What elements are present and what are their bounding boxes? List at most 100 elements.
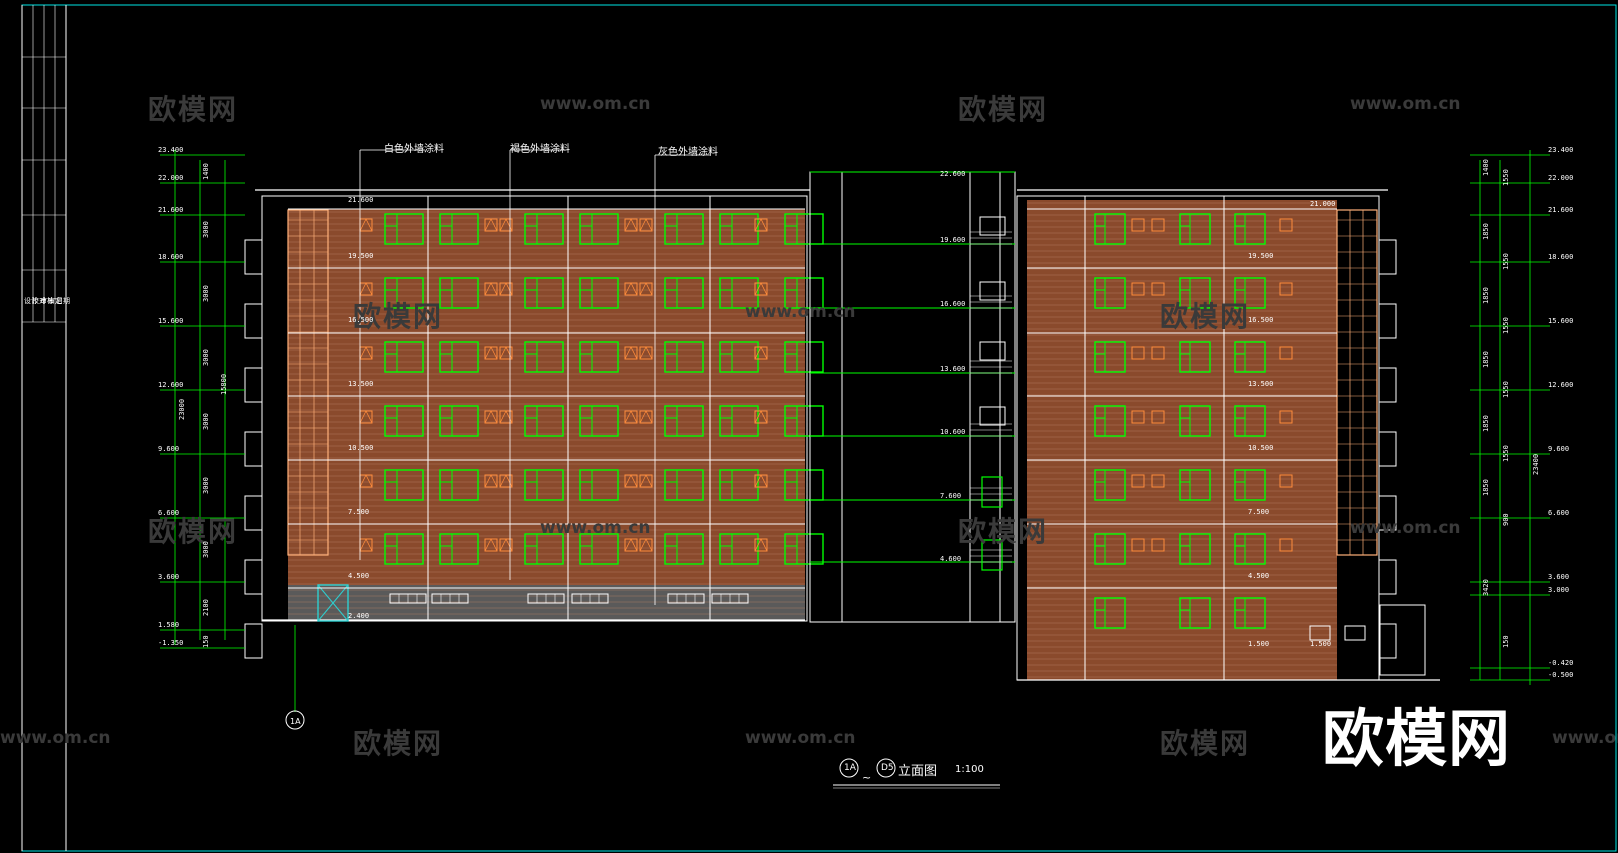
dimension-right: 1850	[1482, 351, 1490, 368]
right-block-wall	[1027, 200, 1337, 680]
dimension-right: 1400	[1482, 159, 1490, 176]
floor-mark-middle: 13.600	[940, 365, 966, 373]
elevation-label-left: 9.600	[158, 445, 180, 453]
floor-mark-left: 13.500	[348, 380, 374, 388]
left-balcony	[244, 303, 263, 339]
ground-vent	[1344, 625, 1366, 641]
dimension-left: 2100	[202, 599, 210, 616]
floor-mark-left: 21.600	[348, 196, 374, 204]
dimension-right: 1550	[1502, 253, 1510, 270]
elevation-label-left: 6.600	[158, 509, 180, 517]
title-axis-start: 1A	[844, 763, 856, 773]
floor-mark-middle: 22.600	[940, 170, 966, 178]
title-strip-note: 日期	[56, 297, 70, 305]
floor-mark-middle: 4.600	[940, 555, 962, 563]
core-window	[979, 281, 1006, 301]
left-balcony	[244, 367, 263, 403]
left-balcony	[244, 431, 263, 467]
floor-mark-left: 7.500	[348, 508, 370, 516]
watermark-brand: 欧模网	[958, 93, 1049, 126]
title-axis-end: D5	[881, 763, 894, 773]
elevation-label-left: -1.350	[158, 639, 184, 647]
label-brown-paint: 褐色外墙涂料	[510, 144, 570, 155]
drawing-scale: 1:100	[955, 764, 984, 775]
core-window	[979, 406, 1006, 426]
elevation-label-right: 22.000	[1548, 174, 1574, 182]
floor-mark-right: 7.500	[1248, 508, 1270, 516]
dimension-right: 1550	[1502, 381, 1510, 398]
right-balcony	[1378, 431, 1397, 467]
core-outline	[809, 171, 1016, 623]
floor-mark-middle: 19.600	[940, 236, 966, 244]
annex-box	[1379, 604, 1426, 676]
elevation-label-right: 3.600	[1548, 573, 1570, 581]
elevation-label-left: 15.600	[158, 317, 184, 325]
dimension-left: 3000	[202, 285, 210, 302]
dimension-left: 3000	[202, 477, 210, 494]
floor-mark-left: 16.500	[348, 316, 374, 324]
watermark-url: www.om.cn	[0, 728, 111, 748]
label-gray-paint: 灰色外墙涂料	[658, 147, 718, 158]
watermark-url: www.om.cn	[540, 518, 651, 538]
elevation-label-left: 3.600	[158, 573, 180, 581]
watermark-url: www.om.cn	[745, 302, 856, 322]
watermark-brand: 欧模网	[1160, 300, 1251, 333]
right-stair-window	[1336, 209, 1378, 556]
dimension-left: 1400	[202, 163, 210, 180]
elevation-label-right: 15.600	[1548, 317, 1574, 325]
dimension-left: 3000	[202, 349, 210, 366]
watermark-brand: 欧模网	[958, 515, 1049, 548]
watermark-brand: 欧模网	[353, 300, 444, 333]
floor-mark-right: 1.500	[1248, 640, 1270, 648]
left-balcony	[244, 623, 263, 659]
dimension-total-right: 23400	[1532, 453, 1540, 475]
elevation-label-left: 23.400	[158, 146, 184, 154]
floor-mark-left: 19.500	[348, 252, 374, 260]
dimension-right: 1850	[1482, 415, 1490, 432]
watermark-brand: 欧模网	[1160, 727, 1251, 760]
right-balcony	[1378, 623, 1397, 659]
dimension-right: 1850	[1482, 223, 1490, 240]
right-balcony	[1378, 367, 1397, 403]
elevation-label-right: -0.420	[1548, 659, 1574, 667]
right-balcony	[1378, 559, 1397, 595]
watermark-url: www.om.cn	[540, 94, 651, 114]
bottom-axis-marker: 1A	[290, 717, 301, 726]
title-tilde: ~	[862, 771, 872, 784]
elevation-label-right: 3.000	[1548, 586, 1570, 594]
left-block-wall	[288, 209, 805, 621]
floor-mark-right: 16.500	[1248, 316, 1274, 324]
elevation-label-right: 21.600	[1548, 206, 1574, 214]
label-white-paint: 白色外墙涂料	[384, 144, 444, 155]
dimension-total-left: 15800	[220, 373, 228, 395]
floor-mark-left: 4.500	[348, 572, 370, 580]
floor-mark-right: 19.500	[1248, 252, 1274, 260]
left-balcony	[244, 495, 263, 531]
brand-logo-text: 欧模网	[1322, 702, 1512, 775]
right-balcony	[1378, 239, 1397, 275]
dimension-left: 3000	[202, 413, 210, 430]
watermark-url: www.om.cn	[745, 728, 856, 748]
floor-mark-left: 2.400	[348, 612, 370, 620]
dimension-right: 3420	[1482, 579, 1490, 596]
elevation-label-right: 23.400	[1548, 146, 1574, 154]
watermark-url: www.om.cn	[1350, 94, 1461, 114]
floor-mark-middle: 16.600	[940, 300, 966, 308]
dimension-total-left: 23000	[178, 398, 186, 420]
watermark-brand: 欧模网	[353, 727, 444, 760]
core-door	[981, 476, 1003, 508]
dimension-right: 1850	[1482, 287, 1490, 304]
elevation-label-right: 18.600	[1548, 253, 1574, 261]
watermark-url: www.om.cn	[1350, 518, 1461, 538]
dimension-right: 1850	[1482, 479, 1490, 496]
floor-mark-left: 10.500	[348, 444, 374, 452]
dimension-right: 900	[1502, 513, 1510, 526]
dimension-right: 1550	[1502, 317, 1510, 334]
elevation-label-right: 9.600	[1548, 445, 1570, 453]
floor-mark-right: 10.500	[1248, 444, 1274, 452]
drawing-title: 立面图	[898, 764, 938, 779]
floor-mark-right: 4.500	[1248, 572, 1270, 580]
floor-mark-right: 1.500	[1310, 640, 1332, 648]
floor-mark-middle: 7.600	[940, 492, 962, 500]
dimension-right: 1550	[1502, 445, 1510, 462]
